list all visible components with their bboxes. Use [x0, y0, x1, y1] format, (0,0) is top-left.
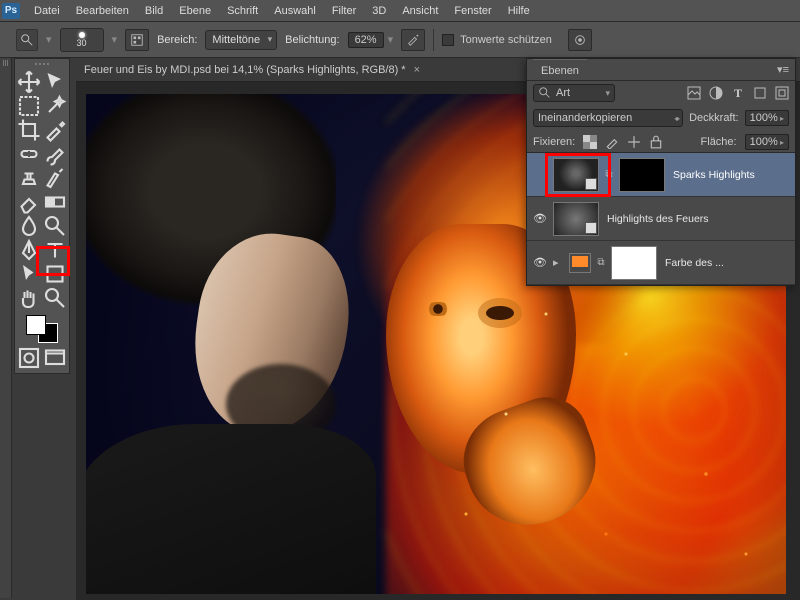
link-icon[interactable]: ⧉ [603, 169, 615, 180]
exposure-value[interactable]: 62% [348, 32, 384, 48]
brush-panel-toggle[interactable] [125, 29, 149, 51]
zoom-tool[interactable] [43, 287, 67, 309]
filter-smart-icon[interactable] [775, 86, 789, 100]
exposure-flyout-icon[interactable]: ▾ [388, 33, 394, 46]
menu-bar: Ps Datei Bearbeiten Bild Ebene Schrift A… [0, 0, 800, 22]
options-bar: ▾ 30 ▾ Bereich: Mitteltöne Belichtung: 6… [0, 22, 800, 58]
screen-mode-toggle[interactable] [43, 347, 67, 369]
hand-tool[interactable] [17, 287, 41, 309]
marquee-tool[interactable] [17, 95, 41, 117]
active-tool-icon[interactable] [16, 29, 38, 51]
menu-view[interactable]: Ansicht [394, 0, 446, 22]
visibility-toggle[interactable]: 👁 [531, 256, 549, 269]
layers-panel: Ebenen ▾≡ Art T Ineinanderkopieren Deckk… [526, 58, 796, 286]
link-icon[interactable]: ⧉ [595, 257, 607, 268]
airbrush-toggle[interactable] [401, 29, 425, 51]
dodge-tool[interactable] [43, 215, 67, 237]
magic-wand-tool[interactable] [43, 95, 67, 117]
fill-value[interactable]: 100% [745, 134, 789, 150]
layer-filter-kind[interactable]: Art [533, 84, 615, 102]
selection-tool[interactable] [43, 71, 67, 93]
lock-position-icon[interactable] [627, 135, 641, 149]
protect-tones-label: Tonwerte schützen [460, 34, 552, 46]
adjustment-icon[interactable] [569, 253, 591, 273]
menu-file[interactable]: Datei [26, 0, 68, 22]
range-select[interactable]: Mitteltöne [205, 30, 277, 50]
brush-preset-picker[interactable]: 30 [60, 28, 104, 52]
menu-help[interactable]: Hilfe [500, 0, 538, 22]
lock-label: Fixieren: [533, 136, 575, 148]
layers-list: ⧉ Sparks Highlights 👁 Highlights des Feu… [527, 153, 795, 285]
layer-row[interactable]: 👁 ▸ ⧉ Farbe des ... [527, 241, 795, 285]
crop-tool[interactable] [17, 119, 41, 141]
menu-3d[interactable]: 3D [364, 0, 394, 22]
layer-thumbnail[interactable] [553, 202, 599, 236]
layer-row[interactable]: 👁 Highlights des Feuers [527, 197, 795, 241]
menu-filter[interactable]: Filter [324, 0, 364, 22]
menu-image[interactable]: Bild [137, 0, 171, 22]
filter-shape-icon[interactable] [753, 86, 767, 100]
opacity-value[interactable]: 100% [745, 110, 789, 126]
blur-tool[interactable] [17, 215, 41, 237]
filter-type-icon[interactable]: T [731, 86, 745, 100]
blend-mode-select[interactable]: Ineinanderkopieren [533, 109, 683, 127]
type-tool[interactable] [43, 239, 67, 261]
layer-name[interactable]: Highlights des Feuers [607, 213, 709, 225]
panel-menu-icon[interactable]: ▾≡ [777, 63, 789, 76]
collapsed-panel-strip[interactable] [0, 58, 12, 598]
move-tool[interactable] [17, 71, 41, 93]
menu-window[interactable]: Fenster [446, 0, 499, 22]
path-selection-tool[interactable] [17, 263, 41, 285]
layer-name[interactable]: Farbe des ... [665, 257, 724, 269]
protect-tones-checkbox[interactable]: Tonwerte schützen [442, 34, 552, 46]
close-icon[interactable]: × [414, 64, 420, 76]
brush-size-value: 30 [77, 38, 87, 48]
menu-edit[interactable]: Bearbeiten [68, 0, 137, 22]
shape-tool[interactable] [43, 263, 67, 285]
lock-pixels-icon[interactable] [605, 135, 619, 149]
pressure-toggle[interactable] [568, 29, 592, 51]
lock-all-icon[interactable] [649, 135, 663, 149]
document-title: Feuer und Eis by MDI.psd bei 14,1% (Spar… [84, 64, 406, 76]
panel-tabs: Ebenen ▾≡ [527, 59, 795, 81]
fill-label: Fläche: [701, 136, 737, 148]
range-label: Bereich: [157, 34, 197, 46]
menu-layer[interactable]: Ebene [171, 0, 219, 22]
pen-tool[interactable] [17, 239, 41, 261]
quick-mask-toggle[interactable] [17, 347, 41, 369]
brush-tool[interactable] [43, 143, 67, 165]
layer-name[interactable]: Sparks Highlights [673, 169, 755, 181]
clone-stamp-tool[interactable] [17, 167, 41, 189]
visibility-toggle[interactable]: 👁 [531, 212, 549, 225]
gradient-tool[interactable] [43, 191, 67, 213]
history-brush-tool[interactable] [43, 167, 67, 189]
menu-type[interactable]: Schrift [219, 0, 266, 22]
exposure-label: Belichtung: [285, 34, 339, 46]
layer-thumbnail[interactable] [553, 158, 599, 192]
app-logo: Ps [2, 3, 20, 19]
healing-brush-tool[interactable] [17, 143, 41, 165]
layer-mask-thumbnail[interactable] [619, 158, 665, 192]
tools-panel [14, 58, 70, 374]
lock-transparent-icon[interactable] [583, 135, 597, 149]
eyedropper-tool[interactable] [43, 119, 67, 141]
eraser-tool[interactable] [17, 191, 41, 213]
filter-pixel-icon[interactable] [687, 86, 701, 100]
layer-row[interactable]: ⧉ Sparks Highlights [527, 153, 795, 197]
expand-icon[interactable]: ▸ [553, 256, 565, 269]
opacity-label: Deckkraft: [689, 112, 739, 124]
filter-adjust-icon[interactable] [709, 86, 723, 100]
color-swatches[interactable] [26, 315, 58, 343]
layer-mask-thumbnail[interactable] [611, 246, 657, 280]
tab-layers[interactable]: Ebenen [533, 59, 587, 81]
menu-select[interactable]: Auswahl [266, 0, 324, 22]
